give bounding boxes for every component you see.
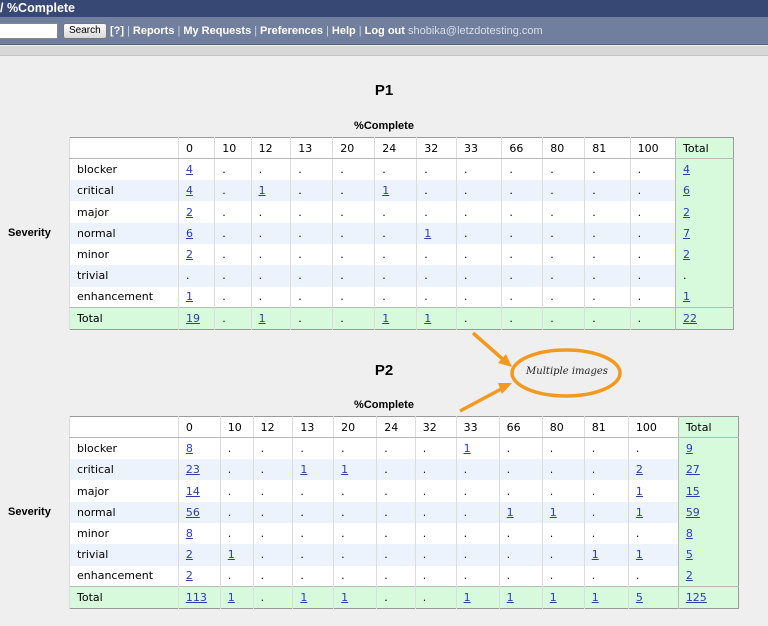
annotation-arrowhead-lower <box>498 383 512 394</box>
annotation-arrow-upper <box>471 331 508 364</box>
annotation-arrow-lower <box>459 385 506 413</box>
annotation-text: Multiple images <box>526 366 608 377</box>
annotation-overlay <box>459 331 622 413</box>
